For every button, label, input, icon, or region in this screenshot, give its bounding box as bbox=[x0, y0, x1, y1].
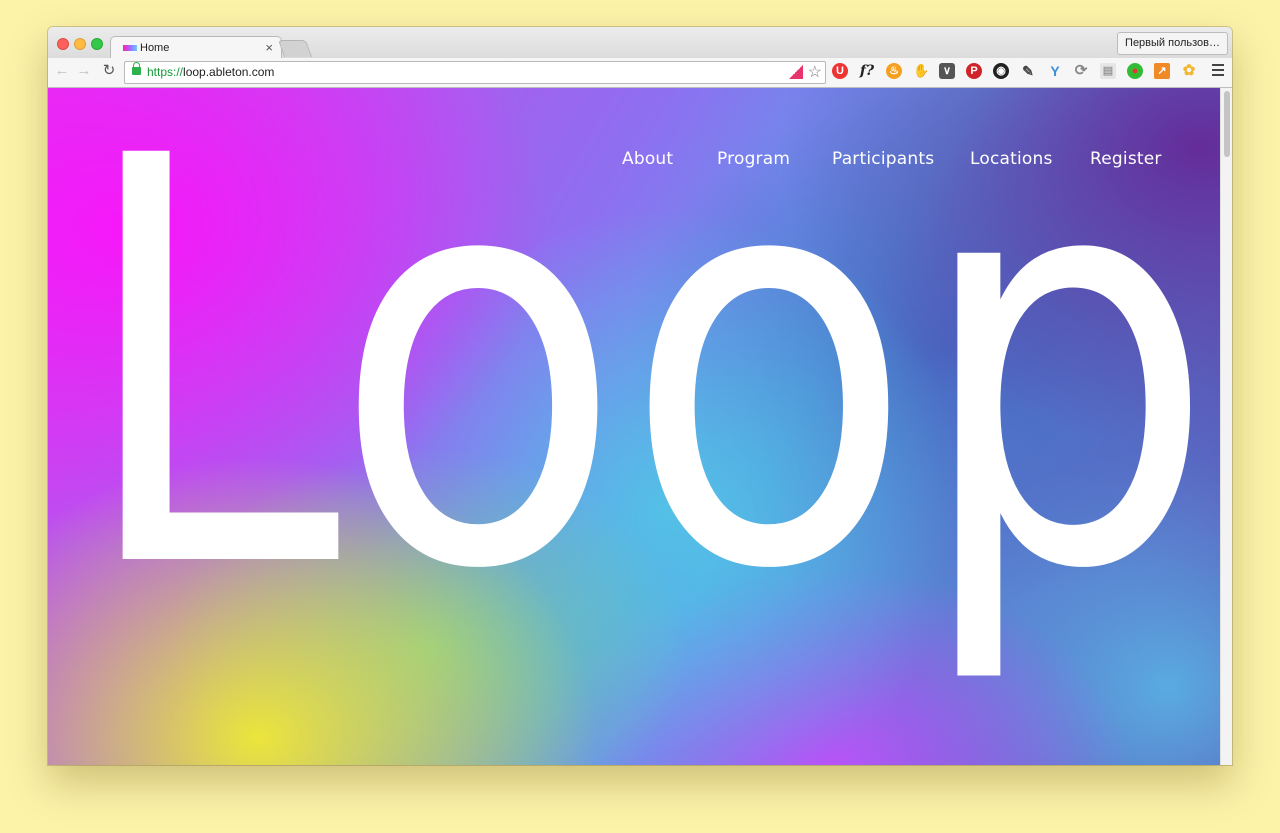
diamond-icon[interactable]: Y bbox=[1047, 63, 1063, 79]
fire-icon[interactable]: ♨ bbox=[886, 63, 902, 79]
pinterest-icon[interactable]: P bbox=[966, 63, 982, 79]
close-window-button[interactable] bbox=[57, 38, 69, 50]
refresh-circle-icon[interactable]: ⟳ bbox=[1073, 63, 1089, 79]
loop-logo[interactable]: Loop bbox=[48, 88, 1220, 765]
vertical-scrollbar[interactable] bbox=[1220, 88, 1232, 765]
address-bar[interactable]: https://loop.ableton.com ☆ bbox=[124, 61, 826, 84]
flag-icon[interactable]: ● bbox=[1127, 63, 1143, 79]
new-tab-button[interactable] bbox=[277, 40, 313, 57]
url-scheme: https:// bbox=[147, 65, 184, 79]
tab-close-icon[interactable]: × bbox=[265, 40, 273, 55]
ublock-icon[interactable]: U bbox=[832, 63, 848, 79]
flower-icon[interactable]: ✿ bbox=[1181, 63, 1197, 79]
zoom-window-button[interactable] bbox=[91, 38, 103, 50]
profile-button[interactable]: Первый пользов… bbox=[1117, 32, 1228, 55]
page-hero: Loop About Program Participants Location… bbox=[48, 88, 1220, 765]
title-bar: Home × Первый пользов… bbox=[48, 27, 1232, 60]
browser-tab[interactable]: Home × bbox=[110, 36, 282, 60]
nav-about[interactable]: About bbox=[622, 149, 673, 169]
lock-icon bbox=[132, 62, 141, 75]
pocket-icon[interactable]: ∨ bbox=[939, 63, 955, 79]
nav-locations[interactable]: Locations bbox=[970, 149, 1053, 169]
minimize-window-button[interactable] bbox=[74, 38, 86, 50]
nav-participants[interactable]: Participants bbox=[832, 149, 934, 169]
evernote-icon[interactable]: ✋ bbox=[913, 63, 929, 79]
main-nav: About Program Participants Locations Reg… bbox=[48, 149, 1220, 189]
reader-icon[interactable]: ▤ bbox=[1100, 63, 1116, 79]
tab-title: Home bbox=[140, 42, 170, 54]
stairs-extension-icon[interactable] bbox=[789, 65, 803, 79]
chart-icon[interactable]: ↗ bbox=[1154, 63, 1170, 79]
back-arrow-icon[interactable]: ← bbox=[52, 61, 72, 81]
forward-arrow-icon[interactable]: → bbox=[74, 61, 94, 81]
camera-icon[interactable]: ◉ bbox=[993, 63, 1009, 79]
toolbar: ← → ↻ https://loop.ableton.com ☆ U f? ♨ … bbox=[48, 58, 1232, 88]
eyedropper-icon[interactable]: ✎ bbox=[1020, 63, 1036, 79]
reload-icon[interactable]: ↻ bbox=[99, 61, 119, 81]
scrollbar-thumb[interactable] bbox=[1224, 91, 1230, 157]
url-text: https://loop.ableton.com bbox=[147, 65, 274, 79]
favicon-icon bbox=[123, 45, 137, 51]
fontface-icon[interactable]: f? bbox=[859, 63, 875, 79]
nav-register[interactable]: Register bbox=[1090, 149, 1162, 169]
browser-window: Home × Первый пользов… ← → ↻ https://loo… bbox=[48, 27, 1232, 765]
nav-program[interactable]: Program bbox=[717, 149, 790, 169]
menu-icon[interactable] bbox=[1212, 64, 1224, 76]
url-host: loop.ableton.com bbox=[183, 65, 275, 79]
bookmark-star-icon[interactable]: ☆ bbox=[808, 62, 822, 82]
